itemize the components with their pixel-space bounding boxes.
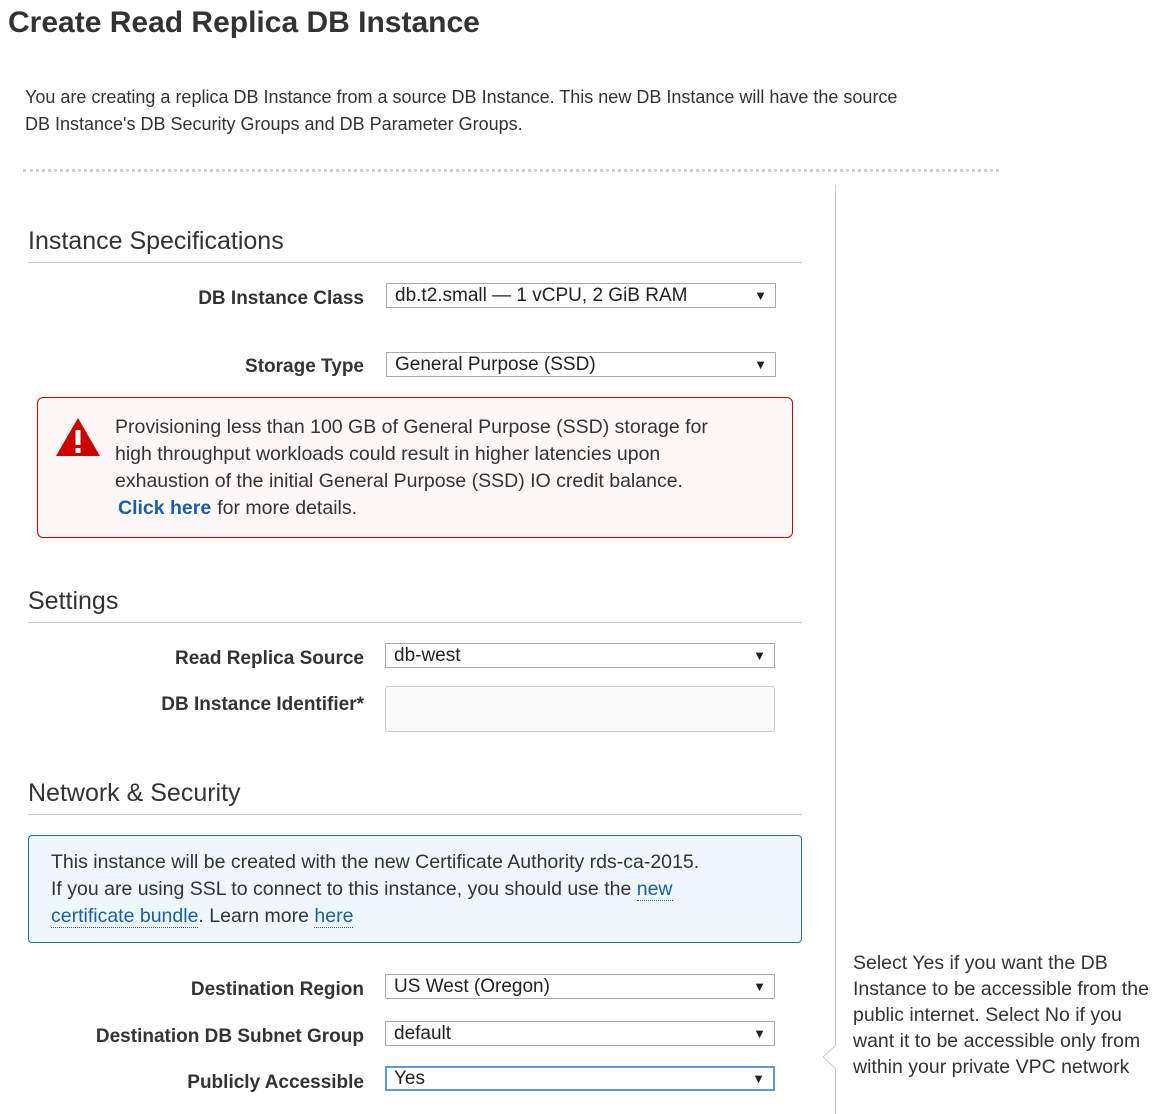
storage-type-select[interactable]: General Purpose (SSD) ▼ <box>386 352 776 377</box>
learn-more-text: . Learn more <box>198 905 309 927</box>
publicly-accessible-value: Yes <box>394 1068 425 1089</box>
learn-more-here-link[interactable]: here <box>314 905 354 928</box>
warning-line-3: exhaustion of the initial General Purpos… <box>115 470 683 492</box>
intro-line-1: You are creating a replica DB Instance f… <box>25 87 898 107</box>
intro-text: You are creating a replica DB Instance f… <box>25 84 995 138</box>
chevron-down-icon: ▼ <box>754 357 767 372</box>
help-column-divider <box>835 185 836 1114</box>
settings-heading: Settings <box>28 586 802 623</box>
destination-subnet-group-label: Destination DB Subnet Group <box>95 1026 364 1047</box>
network-security-heading: Network & Security <box>28 778 802 815</box>
click-here-link[interactable]: Click here <box>118 497 211 519</box>
read-replica-source-value: db-west <box>394 645 461 666</box>
certificate-info-message: This instance will be created with the n… <box>51 849 771 930</box>
certificate-info-alert: This instance will be created with the n… <box>28 835 802 943</box>
db-instance-class-value: db.t2.small — 1 vCPU, 2 GiB RAM <box>395 285 688 306</box>
destination-region-select[interactable]: US West (Oregon) ▼ <box>385 974 775 999</box>
intro-divider <box>23 169 999 172</box>
destination-region-label: Destination Region <box>190 979 364 1000</box>
warning-message: Provisioning less than 100 GB of General… <box>115 414 775 522</box>
chevron-down-icon: ▼ <box>753 979 766 994</box>
db-instance-class-select[interactable]: db.t2.small — 1 vCPU, 2 GiB RAM ▼ <box>386 283 776 308</box>
db-instance-identifier-label: DB Instance Identifier* <box>161 694 364 715</box>
new-certificate-bundle-link-part1[interactable]: new <box>636 878 673 901</box>
destination-region-value: US West (Oregon) <box>394 976 550 997</box>
instance-specs-heading: Instance Specifications <box>28 226 802 263</box>
chevron-down-icon: ▼ <box>753 1026 766 1041</box>
db-instance-class-label: DB Instance Class <box>198 288 364 309</box>
publicly-accessible-help-text: Select Yes if you want the DB Instance t… <box>853 952 1149 1078</box>
warning-line-2: high throughput workloads could result i… <box>115 443 661 465</box>
info-line-2: If you are using SSL to connect to this … <box>51 878 632 900</box>
warning-triangle-icon <box>54 416 102 463</box>
db-instance-identifier-input[interactable] <box>385 686 775 732</box>
page-title: Create Read Replica DB Instance <box>8 6 480 39</box>
chevron-down-icon: ▼ <box>752 1071 765 1086</box>
destination-subnet-group-value: default <box>394 1023 452 1044</box>
warning-suffix: for more details. <box>217 497 358 519</box>
destination-subnet-group-select[interactable]: default ▼ <box>385 1021 775 1046</box>
read-replica-source-label: Read Replica Source <box>174 648 364 669</box>
warning-line-1: Provisioning less than 100 GB of General… <box>115 416 708 438</box>
intro-line-2: DB Instance's DB Security Groups and DB … <box>25 114 523 134</box>
info-line-1: This instance will be created with the n… <box>51 851 700 873</box>
help-pointer-arrow <box>822 1045 836 1069</box>
publicly-accessible-select[interactable]: Yes ▼ <box>385 1066 775 1091</box>
storage-type-label: Storage Type <box>245 356 364 377</box>
read-replica-source-select[interactable]: db-west ▼ <box>385 643 775 668</box>
new-certificate-bundle-link-part2[interactable]: certificate bundle <box>51 905 199 928</box>
publicly-accessible-label: Publicly Accessible <box>187 1072 364 1093</box>
storage-warning-alert: Provisioning less than 100 GB of General… <box>37 397 793 538</box>
storage-type-value: General Purpose (SSD) <box>395 354 596 375</box>
chevron-down-icon: ▼ <box>754 288 767 303</box>
chevron-down-icon: ▼ <box>753 648 766 663</box>
